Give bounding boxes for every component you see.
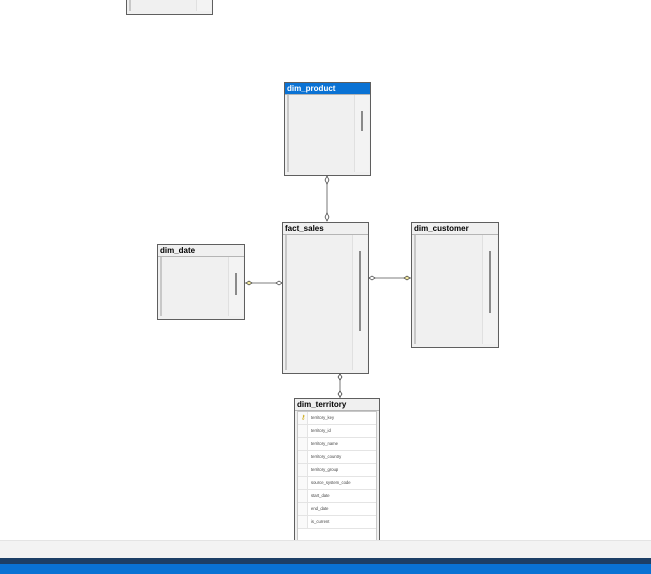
- table-fact-sales[interactable]: fact_sales product_keycustomer_keyterrit…: [282, 222, 369, 374]
- row-selector[interactable]: [415, 262, 416, 274]
- row-selector[interactable]: [286, 340, 287, 352]
- row-selector[interactable]: [415, 340, 416, 344]
- row-selector[interactable]: [161, 284, 162, 296]
- row-selector[interactable]: [286, 275, 287, 287]
- row-selector[interactable]: [161, 271, 162, 283]
- column-row[interactable]: is_current: [298, 516, 376, 529]
- column-name: end_date: [311, 506, 329, 511]
- column-name: territory_name: [311, 441, 338, 446]
- column-name: territory_key: [311, 415, 335, 420]
- diagram-canvas[interactable]: country_code dim_product ⚷product_keypro…: [0, 0, 651, 545]
- row-selector[interactable]: [298, 477, 308, 489]
- row-selector[interactable]: [161, 258, 162, 270]
- column-name: is_current: [311, 519, 330, 524]
- row-selector[interactable]: [288, 122, 289, 134]
- column-name: territory_id: [311, 428, 331, 433]
- column-row[interactable]: territory_id: [298, 425, 376, 438]
- row-selector[interactable]: [298, 490, 308, 502]
- table-dim-date[interactable]: dim_date ⚷date_keyfull_datecalendar_year…: [157, 244, 245, 320]
- column-row[interactable]: territory_country: [298, 451, 376, 464]
- column-row[interactable]: territory_name: [298, 438, 376, 451]
- column-name: source_system_code: [311, 480, 351, 485]
- row-selector[interactable]: [298, 451, 308, 463]
- table-scrollbar[interactable]: [196, 0, 211, 11]
- row-selector[interactable]: [288, 161, 289, 172]
- row-selector[interactable]: [415, 249, 416, 261]
- table-scrollbar[interactable]: [482, 235, 497, 344]
- row-selector[interactable]: [298, 425, 308, 437]
- table-dim-product[interactable]: dim_product ⚷product_keyproduct_idproduc…: [284, 82, 371, 176]
- row-selector[interactable]: [161, 297, 162, 309]
- row-selector[interactable]: [288, 96, 289, 108]
- row-selector[interactable]: [415, 288, 416, 300]
- row-selector[interactable]: [286, 249, 287, 261]
- column-name: start_date: [311, 493, 330, 498]
- diagram-pane-footer: [0, 540, 651, 559]
- status-bar: [0, 564, 651, 574]
- column-name: territory_group: [311, 467, 339, 472]
- row-selector[interactable]: [298, 516, 308, 528]
- row-selector[interactable]: [286, 262, 287, 274]
- row-selector[interactable]: [415, 236, 416, 248]
- row-selector[interactable]: [298, 438, 308, 450]
- row-selector[interactable]: [415, 301, 416, 313]
- table-title[interactable]: fact_sales: [283, 223, 368, 235]
- table-dim-customer[interactable]: dim_customer ⚷customer_keycustomer_idcus…: [411, 222, 499, 348]
- table-scrollbar[interactable]: [352, 235, 367, 370]
- row-selector[interactable]: [415, 327, 416, 339]
- row-selector[interactable]: [298, 503, 308, 515]
- table-dim-territory[interactable]: dim_territory ⚷ territory_key territory_id…: [294, 398, 380, 545]
- key-icon: ⚷: [301, 415, 306, 421]
- column-row[interactable]: start_date: [298, 490, 376, 503]
- row-selector[interactable]: [415, 314, 416, 326]
- table-partial[interactable]: country_code: [126, 0, 213, 15]
- row-selector[interactable]: [286, 301, 287, 313]
- row-selector[interactable]: [286, 353, 287, 365]
- column-row[interactable]: end_date: [298, 503, 376, 516]
- row-selector[interactable]: [415, 275, 416, 287]
- row-selector[interactable]: [298, 464, 308, 476]
- table-title[interactable]: dim_customer: [412, 223, 498, 235]
- row-selector[interactable]: [288, 109, 289, 121]
- column-row[interactable]: source_system_code: [298, 477, 376, 490]
- column-row[interactable]: ⚷ territory_key: [298, 412, 376, 425]
- row-selector[interactable]: [288, 135, 289, 147]
- table-scrollbar[interactable]: [228, 257, 243, 316]
- table-scrollbar[interactable]: [354, 95, 369, 172]
- row-selector[interactable]: [286, 314, 287, 326]
- row-selector[interactable]: [286, 236, 287, 248]
- row-selector[interactable]: [288, 148, 289, 160]
- table-title[interactable]: dim_date: [158, 245, 244, 257]
- column-row[interactable]: territory_group: [298, 464, 376, 477]
- column-name: territory_country: [311, 454, 342, 459]
- table-title[interactable]: dim_product: [285, 83, 370, 95]
- row-selector[interactable]: [286, 366, 287, 370]
- table-title[interactable]: dim_territory: [295, 399, 379, 411]
- row-selector[interactable]: [161, 310, 162, 316]
- row-selector[interactable]: [286, 288, 287, 300]
- row-selector[interactable]: [286, 327, 287, 339]
